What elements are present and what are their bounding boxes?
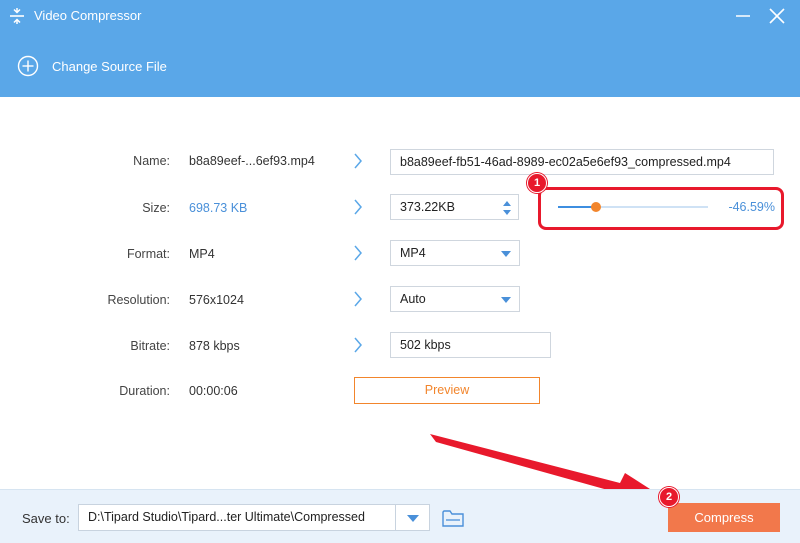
size-percent: -46.59%: [728, 200, 775, 214]
chevron-right-icon: [354, 291, 362, 307]
bitrate-label: Bitrate:: [130, 339, 170, 353]
save-to-label: Save to:: [22, 511, 70, 526]
output-size-stepper[interactable]: 373.22KB: [390, 194, 519, 220]
output-name-field[interactable]: b8a89eef-fb51-46ad-8989-ec02a5e6ef93_com…: [390, 149, 774, 175]
close-icon[interactable]: [766, 5, 788, 27]
change-source-label: Change Source File: [52, 58, 167, 74]
plus-circle-icon: [17, 55, 39, 77]
duration-label: Duration:: [119, 384, 170, 398]
minimize-icon[interactable]: [732, 6, 754, 26]
save-path-dropdown[interactable]: [396, 504, 430, 531]
resolution-label: Resolution:: [107, 293, 170, 307]
source-size: 698.73 KB: [189, 201, 248, 215]
save-path-field[interactable]: D:\Tipard Studio\Tipard...ter Ultimate\C…: [78, 504, 396, 531]
chevron-right-icon: [354, 153, 362, 169]
size-slider-thumb[interactable]: [590, 202, 601, 212]
chevron-down-icon: [501, 251, 511, 257]
compress-icon: [10, 8, 24, 24]
window-title: Video Compressor: [34, 8, 142, 23]
source-resolution: 576x1024: [189, 293, 244, 307]
folder-icon[interactable]: [441, 507, 465, 529]
footer-bar: Save to: D:\Tipard Studio\Tipard...ter U…: [0, 489, 800, 543]
format-select[interactable]: MP4: [390, 240, 520, 266]
title-bar: Video Compressor: [0, 0, 800, 32]
size-slider-fill: [558, 206, 596, 208]
name-label: Name:: [133, 154, 170, 168]
chevron-down-icon: [501, 297, 511, 303]
output-name-value: b8a89eef-fb51-46ad-8989-ec02a5e6ef93_com…: [400, 155, 731, 169]
preview-button[interactable]: Preview: [354, 377, 540, 404]
size-label: Size:: [142, 201, 170, 215]
bitrate-field[interactable]: 502 kbps: [390, 332, 551, 358]
format-label: Format:: [126, 247, 170, 261]
compress-button[interactable]: Compress: [668, 503, 780, 532]
annotation-badge-1: 1: [527, 173, 547, 193]
source-format: MP4: [189, 247, 215, 261]
source-name: b8a89eef-...6ef93.mp4: [189, 154, 315, 168]
chevron-right-icon: [354, 199, 362, 215]
resolution-select-value: Auto: [400, 292, 426, 306]
output-size-value: 373.22KB: [400, 200, 455, 214]
source-duration: 00:00:06: [189, 384, 238, 398]
toolbar: Change Source File: [0, 32, 800, 97]
chevron-right-icon: [354, 245, 362, 261]
resolution-select[interactable]: Auto: [390, 286, 520, 312]
change-source-button[interactable]: Change Source File: [17, 55, 167, 77]
annotation-badge-2: 2: [659, 487, 679, 507]
chevron-right-icon: [354, 337, 362, 353]
bitrate-field-value: 502 kbps: [400, 338, 451, 352]
chevron-down-icon: [407, 515, 419, 522]
format-select-value: MP4: [400, 246, 426, 260]
spin-arrows-icon[interactable]: [502, 198, 512, 218]
source-bitrate: 878 kbps: [189, 339, 240, 353]
